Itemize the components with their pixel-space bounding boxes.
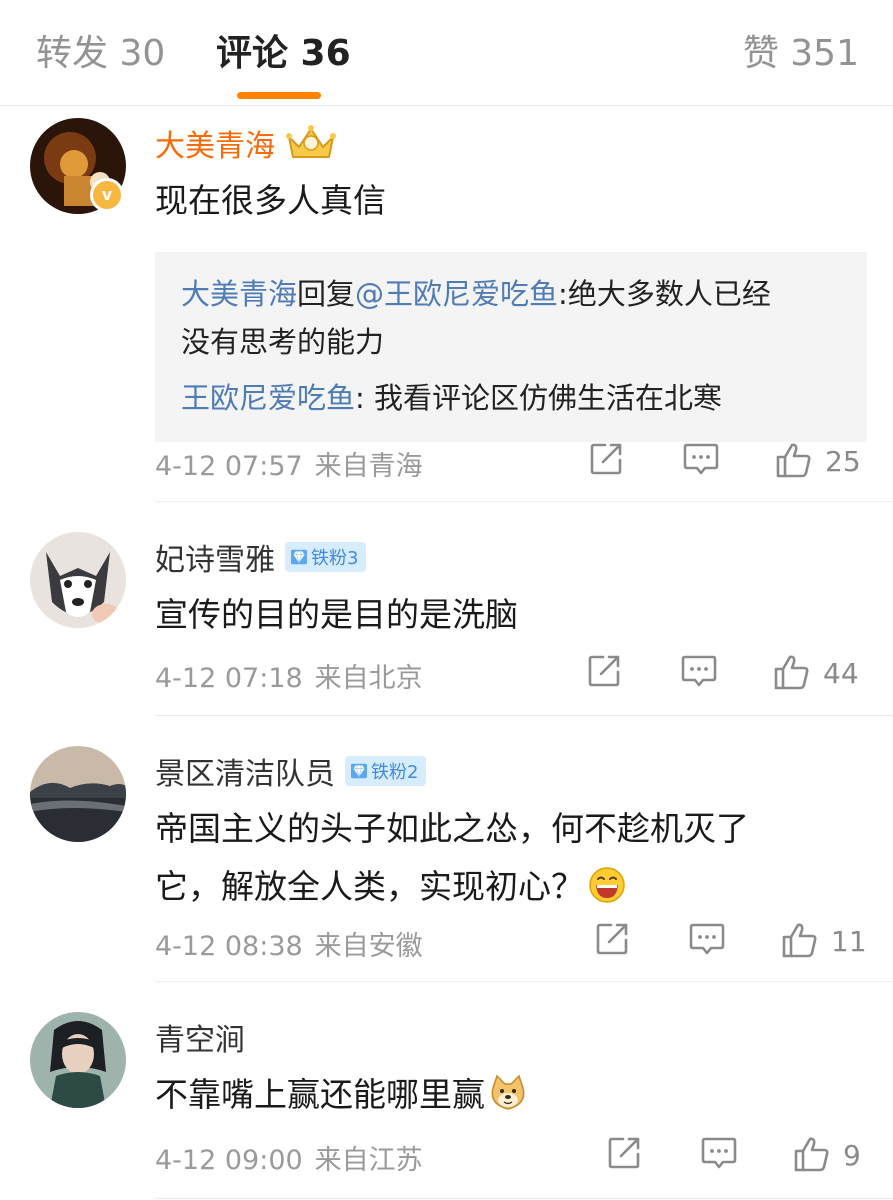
comment-icon — [683, 443, 719, 475]
comment-time: 4-12 09:00 — [155, 1144, 303, 1176]
share-icon — [590, 443, 622, 475]
comment-body: 景区清洁队员 铁粉2 帝国主义的头子如此之怂，何不趁机灭了 它，解放全人类，实现… — [155, 746, 865, 916]
commenter-name[interactable]: 景区清洁队员 — [155, 749, 335, 793]
avatar[interactable] — [30, 746, 126, 842]
share-button[interactable] — [587, 654, 623, 690]
reply-text: : 我看评论区仿佛生活在北寒 — [355, 381, 723, 415]
share-icon — [596, 923, 628, 955]
share-icon — [608, 1137, 640, 1169]
comment-footer: 4-12 09:00 来自江苏 9 — [155, 1134, 865, 1180]
reply-line: 大美青海回复@王欧尼爱吃鱼:绝大多数人已经没有思考的能力 — [181, 270, 841, 366]
active-tab-indicator — [237, 92, 321, 99]
tab-likes[interactable]: 赞 351 — [743, 30, 859, 78]
reply-text-cont: 没有思考的能力 — [181, 325, 385, 359]
doge-emoji — [491, 1074, 525, 1110]
comment-text-line: 帝国主义的头子如此之怂，何不趁机灭了 — [155, 809, 749, 848]
comment-source: 来自江苏 — [314, 1144, 423, 1176]
comment-time: 4-12 08:38 — [155, 930, 303, 962]
fan-level-text: 铁粉3 — [311, 548, 359, 569]
comment-time: 4-12 07:57 — [155, 450, 303, 482]
like-button[interactable]: 44 — [773, 654, 859, 692]
reply-button[interactable] — [681, 654, 717, 690]
share-icon — [588, 655, 620, 687]
reply-author[interactable]: 王欧尼爱吃鱼 — [181, 381, 355, 415]
reply-button[interactable] — [701, 1136, 737, 1172]
avatar[interactable] — [30, 532, 126, 628]
comment-text-line: 不靠嘴上赢还能哪里赢 — [155, 1075, 485, 1114]
comment-source: 来自青海 — [314, 450, 423, 482]
reply-line: 王欧尼爱吃鱼: 我看评论区仿佛生活在北寒 — [181, 374, 841, 422]
like-count: 9 — [843, 1138, 861, 1172]
like-count: 25 — [825, 444, 861, 478]
comment-body: 大美青海 现在很多人真信 大美青海回复@王欧尼爱吃鱼:绝大多数人已经 没有思考的能… — [155, 118, 867, 442]
fan-level-badge: 铁粉2 — [345, 756, 427, 786]
diamond-icon — [291, 549, 307, 565]
thumbs-up-icon — [776, 443, 811, 478]
tab-reposts[interactable]: 转发 30 — [36, 30, 165, 78]
comment-item: v 大美青海 现在很多人真信 大美青海回复@王欧尼爱吃鱼:绝大多数人已经 没有思考… — [0, 118, 893, 502]
comment-source: 来自北京 — [314, 662, 423, 694]
like-count: 44 — [823, 656, 859, 690]
comment-footer: 4-12 07:57 来自青海 25 — [155, 440, 865, 486]
thumbs-up-icon — [782, 923, 817, 958]
grin-emoji — [589, 867, 625, 903]
comment-text: 不靠嘴上赢还能哪里赢 — [155, 1066, 865, 1124]
crown-icon — [286, 125, 336, 158]
comment-tabs: 转发 30 评论 36 赞 351 — [0, 0, 893, 106]
diamond-icon — [351, 763, 367, 779]
comment-icon — [689, 923, 725, 955]
comment-footer: 4-12 08:38 来自安徽 11 — [155, 920, 867, 966]
like-button[interactable]: 11 — [781, 922, 867, 960]
reply-author[interactable]: 大美青海 — [181, 277, 297, 311]
tab-comments[interactable]: 评论 36 — [216, 30, 351, 78]
comment-icon — [701, 1137, 737, 1169]
like-count: 11 — [831, 924, 867, 958]
comment-item: 青空涧 不靠嘴上赢还能哪里赢 4-12 09:00 来自江苏 9 — [0, 1012, 893, 1200]
divider — [155, 981, 893, 982]
reply-button[interactable] — [689, 922, 725, 958]
thumbs-up-icon — [794, 1137, 829, 1172]
share-button[interactable] — [607, 1136, 643, 1172]
reply-button[interactable] — [683, 442, 719, 478]
thumbs-up-icon — [774, 655, 809, 690]
comment-text: 帝国主义的头子如此之怂，何不趁机灭了 它，解放全人类，实现初心？ — [155, 800, 865, 916]
comment-body: 青空涧 不靠嘴上赢还能哪里赢 — [155, 1012, 865, 1124]
comment-time: 4-12 07:18 — [155, 662, 303, 694]
fan-level-badge: 铁粉3 — [285, 542, 367, 572]
like-button[interactable]: 9 — [793, 1136, 861, 1174]
divider — [155, 501, 893, 502]
avatar[interactable] — [30, 1012, 126, 1108]
reply-verb: 回复 — [297, 277, 356, 311]
comment-text: 宣传的目的是目的是洗脑 — [155, 595, 518, 634]
share-button[interactable] — [595, 922, 631, 958]
reply-text: :绝大多数人已经 — [558, 277, 771, 311]
verified-badge-icon: v — [90, 178, 124, 212]
comment-icon — [681, 655, 717, 687]
like-button[interactable]: 25 — [775, 442, 861, 480]
comment-item: 景区清洁队员 铁粉2 帝国主义的头子如此之怂，何不趁机灭了 它，解放全人类，实现… — [0, 746, 893, 982]
commenter-name[interactable]: 青空涧 — [155, 1015, 245, 1059]
divider — [155, 715, 893, 716]
comment-text: 现在很多人真信 — [155, 181, 386, 220]
share-button[interactable] — [589, 442, 625, 478]
comment-item: 妃诗雪雅 铁粉3 宣传的目的是目的是洗脑 4-12 07:18 来自北京 44 — [0, 532, 893, 716]
commenter-name[interactable]: 妃诗雪雅 — [155, 535, 275, 579]
comment-source: 来自安徽 — [314, 930, 423, 962]
comment-body: 妃诗雪雅 铁粉3 宣传的目的是目的是洗脑 — [155, 532, 865, 644]
comment-text-line: 它，解放全人类，实现初心？ — [155, 867, 584, 906]
reply-preview-box[interactable]: 大美青海回复@王欧尼爱吃鱼:绝大多数人已经没有思考的能力 王欧尼爱吃鱼: 我看评… — [155, 252, 867, 442]
comment-footer: 4-12 07:18 来自北京 44 — [155, 652, 865, 698]
commenter-name[interactable]: 大美青海 — [155, 121, 275, 165]
fan-level-text: 铁粉2 — [371, 762, 419, 783]
divider — [155, 1198, 893, 1199]
reply-mention[interactable]: @王欧尼爱吃鱼 — [355, 277, 558, 311]
